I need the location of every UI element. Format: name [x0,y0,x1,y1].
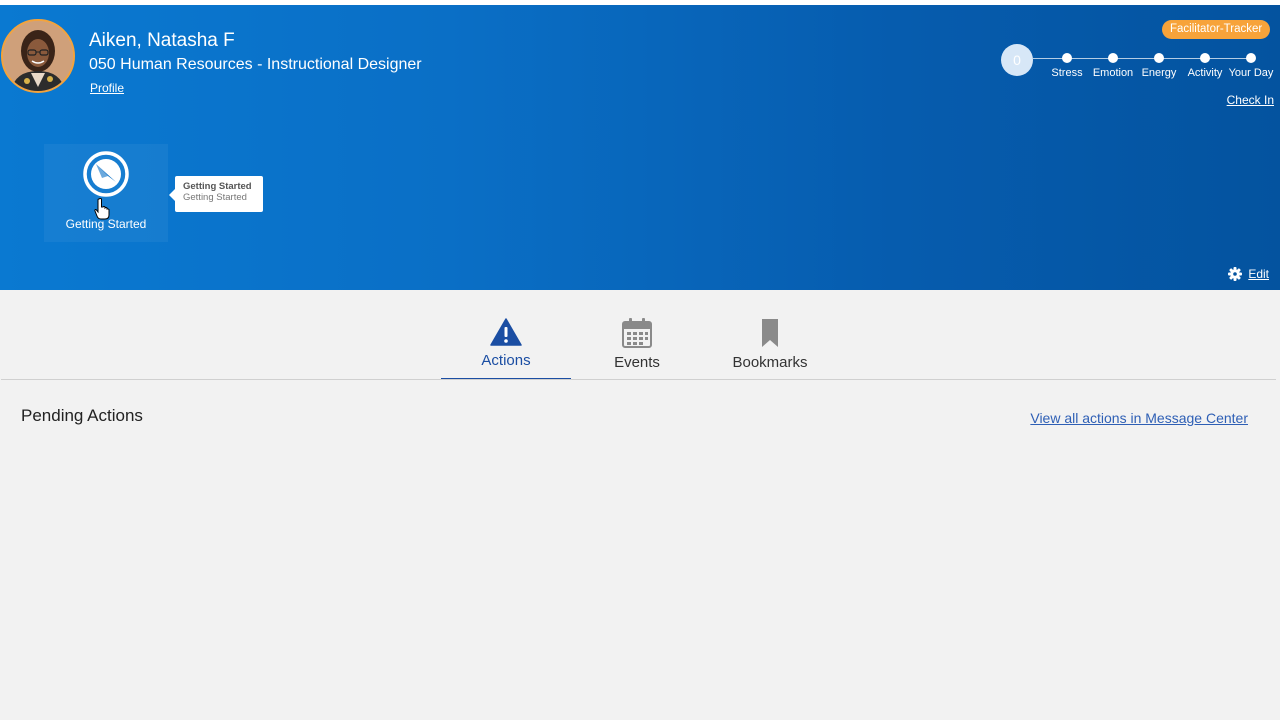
tracker-dot-energy[interactable] [1154,53,1164,63]
tabs-divider [1,379,1276,380]
message-center-link[interactable]: View all actions in Message Center [1030,410,1248,426]
warning-icon [490,318,522,346]
tracker-label-energy: Energy [1141,67,1177,79]
tracker-dot-your-day[interactable] [1246,53,1256,63]
tracker-label-emotion: Emotion [1092,67,1134,79]
tab-events-label: Events [614,354,660,371]
getting-started-tooltip: Getting Started Getting Started [169,176,263,212]
tooltip-title: Getting Started [183,181,252,192]
tab-actions-label: Actions [481,352,531,369]
pending-actions-title: Pending Actions [21,406,143,425]
compass-icon [83,151,129,197]
bookmark-icon [762,319,778,347]
tooltip-subtitle: Getting Started [183,192,247,203]
tracker-score-circle[interactable]: 0 [1001,44,1033,76]
tab-bookmarks[interactable]: Bookmarks [705,316,835,380]
facilitator-tracker-badge[interactable]: Facilitator-Tracker [1162,20,1271,39]
tracker-dot-emotion[interactable] [1108,53,1118,63]
getting-started-tile[interactable]: Getting Started [44,144,168,242]
header-banner: Aiken, Natasha F 050 Human Resources - I… [0,5,1280,290]
user-name: Aiken, Natasha F [89,30,235,51]
tracker-label-your-day: Your Day [1228,67,1274,79]
check-in-link[interactable]: Check In [1227,93,1274,107]
tab-bookmarks-label: Bookmarks [732,354,808,371]
edit-control[interactable]: Edit [1228,267,1269,281]
profile-link[interactable]: Profile [90,81,124,95]
gear-icon[interactable] [1228,267,1243,281]
tracker-dot-stress[interactable] [1062,53,1072,63]
avatar-photo-icon [3,21,73,91]
tab-actions[interactable]: Actions [441,316,571,380]
tracker-dot-activity[interactable] [1200,53,1210,63]
tracker-label-activity: Activity [1187,67,1223,79]
calendar-icon [622,318,652,348]
user-role: 050 Human Resources - Instructional Desi… [89,56,422,73]
tracker-label-stress: Stress [1051,67,1083,79]
avatar [1,19,75,93]
tab-events[interactable]: Events [572,316,702,380]
edit-link[interactable]: Edit [1248,267,1269,281]
hand-cursor-icon [94,198,110,220]
